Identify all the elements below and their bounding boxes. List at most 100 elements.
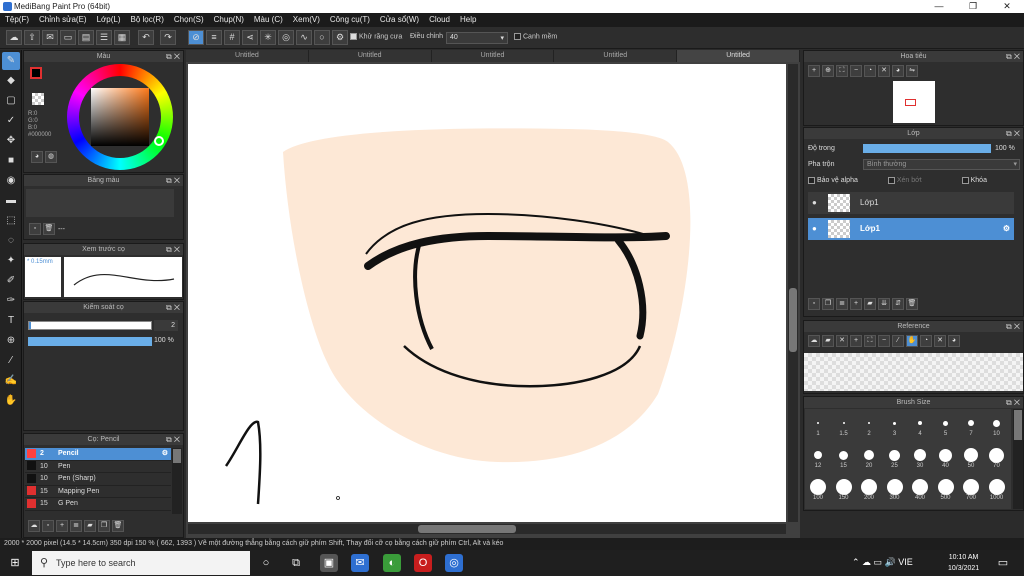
brush-size-dot[interactable] xyxy=(835,479,852,495)
taskbar-search[interactable]: ⚲ Type here to search xyxy=(32,551,250,575)
cloud-brush-icon[interactable]: ☁ xyxy=(28,520,40,532)
menu-view[interactable]: Xem(V) xyxy=(288,13,325,27)
zoom-out-icon[interactable]: − xyxy=(850,65,862,77)
new-palette-icon[interactable]: ▫ xyxy=(29,223,41,235)
menu-snap[interactable]: Chụp(N) xyxy=(209,13,249,27)
brush-size-dot[interactable] xyxy=(989,447,1004,463)
comment-icon[interactable]: ✉ xyxy=(42,30,58,45)
windows-start-icon[interactable]: ⊞ xyxy=(6,554,24,572)
menu-cloud[interactable]: Cloud xyxy=(424,13,455,27)
new-brush-icon[interactable]: ▫ xyxy=(42,520,54,532)
store-icon[interactable]: ▣ xyxy=(320,554,338,572)
rotate-icon[interactable]: ◔ xyxy=(864,65,876,77)
brush-size-dot[interactable] xyxy=(963,479,979,495)
brush-size-dot[interactable] xyxy=(914,449,926,461)
close-icon[interactable]: ⧉ ✕ xyxy=(1006,397,1020,408)
opera-icon[interactable]: O xyxy=(414,554,432,572)
tab-untitled-2[interactable]: Untitled xyxy=(309,50,432,62)
merge-icon[interactable]: ⇊ xyxy=(878,298,890,310)
menu-select[interactable]: Chọn(S) xyxy=(169,13,209,27)
flip-icon[interactable]: ⇋ xyxy=(906,65,918,77)
brush-size-dot[interactable] xyxy=(964,448,978,462)
select-pen-icon[interactable]: ✐ xyxy=(2,272,20,290)
notification-icon[interactable]: ▭ xyxy=(994,554,1012,572)
brush-item-mapping-pen[interactable]: 15 Mapping Pen xyxy=(25,486,171,498)
brush-size-dot[interactable] xyxy=(968,420,974,426)
protect-alpha-checkbox[interactable]: Bảo vệ alpha xyxy=(808,177,858,184)
close-icon[interactable]: ⧉ ✕ xyxy=(166,434,180,445)
open-icon[interactable]: ▰ xyxy=(822,335,834,347)
brush-size-dot[interactable] xyxy=(842,422,845,424)
drawing-canvas[interactable] xyxy=(188,64,786,522)
layer-row-selected[interactable]: ● Lớp1 ⚙ xyxy=(808,218,1014,240)
brush-size-dot[interactable] xyxy=(937,479,954,495)
lasso-tool-icon[interactable]: ◌ xyxy=(2,232,20,250)
eye-icon[interactable]: ● xyxy=(812,192,817,214)
palette-icon[interactable]: ◕ xyxy=(31,151,43,163)
gear-icon[interactable]: ⚙ xyxy=(162,448,168,460)
opacity-slider[interactable] xyxy=(28,337,152,346)
clock[interactable]: 10:10 AM 10/3/2021 xyxy=(948,552,979,574)
close-ref-icon[interactable]: ✕ xyxy=(836,335,848,347)
menu-edit[interactable]: Chỉnh sửa(E) xyxy=(34,13,92,27)
hue-wheel[interactable] xyxy=(67,64,173,170)
tab-untitled-5[interactable]: Untitled xyxy=(677,50,800,62)
fit-icon[interactable]: ⛶ xyxy=(836,65,848,77)
antialias-checkbox[interactable]: Khử răng cưa xyxy=(350,33,402,40)
size-value[interactable]: 2 xyxy=(154,320,178,331)
rotate-right-icon[interactable]: ◕ xyxy=(948,335,960,347)
duplicate-icon[interactable]: ≣ xyxy=(836,298,848,310)
close-icon[interactable]: ⧉ ✕ xyxy=(1006,51,1020,62)
menu-help[interactable]: Help xyxy=(455,13,481,27)
select-eraser-icon[interactable]: ✑ xyxy=(2,292,20,310)
foreground-color[interactable] xyxy=(30,67,42,79)
reset-icon[interactable]: ✕ xyxy=(934,335,946,347)
trash-icon[interactable]: 🗑 xyxy=(112,520,124,532)
task-view-icon[interactable]: ⧉ xyxy=(287,554,305,572)
cloud-icon[interactable]: ☁ xyxy=(6,30,22,45)
navigator-thumbnail[interactable] xyxy=(893,81,935,123)
frame-icon[interactable]: ▦ xyxy=(114,30,130,45)
move-icon[interactable]: ⇵ xyxy=(892,298,904,310)
menu-layer[interactable]: Lớp(L) xyxy=(92,13,126,27)
undo-icon[interactable]: ↶ xyxy=(138,30,154,45)
hue-handle[interactable] xyxy=(154,136,164,146)
brush-size-dot[interactable] xyxy=(864,450,874,460)
folder-icon[interactable]: ▰ xyxy=(84,520,96,532)
tab-untitled-3[interactable]: Untitled xyxy=(432,50,555,62)
zoom-in-alt-icon[interactable]: ⊕ xyxy=(822,65,834,77)
cross-snap-icon[interactable]: # xyxy=(224,30,240,45)
brush-size-grid[interactable]: 1 1.5 2 3 4 5 7 10 12 15 20 25 30 40 50 70 100 150 200 300 4… xyxy=(805,409,1011,509)
smooth-checkbox[interactable]: Canh mềm xyxy=(514,33,557,40)
brush-size-dot[interactable] xyxy=(886,479,903,495)
brush-size-dot[interactable] xyxy=(861,479,877,495)
tab-untitled-4[interactable]: Untitled xyxy=(554,50,678,62)
settings-snap-icon[interactable]: ⚙ xyxy=(332,30,348,45)
maximize-button[interactable]: ❐ xyxy=(956,0,990,13)
brush-size-dot[interactable] xyxy=(943,420,948,426)
divide-tool-icon[interactable]: ⊕ xyxy=(2,332,20,350)
medibang-taskbar-icon[interactable]: ◎ xyxy=(445,554,463,572)
rotate-right-icon[interactable]: ◕ xyxy=(892,65,904,77)
curve-snap-icon[interactable]: ∿ xyxy=(296,30,312,45)
dotpen-tool-icon[interactable]: ✓ xyxy=(2,112,20,130)
select-tool-icon[interactable]: ⬚ xyxy=(2,212,20,230)
close-icon[interactable]: ⧉ ✕ xyxy=(1006,128,1020,139)
new-layer-icon[interactable]: ▫ xyxy=(808,298,820,310)
circle-snap-icon[interactable]: ○ xyxy=(314,30,330,45)
blend-select[interactable]: Bình thường ▾ xyxy=(863,159,1020,170)
menu-tools[interactable]: Công cụ(T) xyxy=(325,13,375,27)
close-icon[interactable]: ⧉ ✕ xyxy=(166,302,180,313)
brush-size-dot[interactable] xyxy=(893,421,896,425)
blend-tool-icon[interactable]: ✍ xyxy=(2,372,20,390)
brush-size-dot[interactable] xyxy=(988,479,1005,495)
reference-view[interactable] xyxy=(804,353,1023,391)
layer-opacity-slider[interactable] xyxy=(863,144,991,153)
cortana-icon[interactable]: ○ xyxy=(257,554,275,572)
size-slider[interactable] xyxy=(28,321,152,330)
menu-color[interactable]: Màu (C) xyxy=(249,13,288,27)
eyedropper-icon[interactable]: ⁄ xyxy=(2,352,20,370)
brush-item-pen[interactable]: 10 Pen xyxy=(25,461,171,473)
brush-size-scrollbar[interactable] xyxy=(1013,409,1023,509)
move-tool-icon[interactable]: ✥ xyxy=(2,132,20,150)
